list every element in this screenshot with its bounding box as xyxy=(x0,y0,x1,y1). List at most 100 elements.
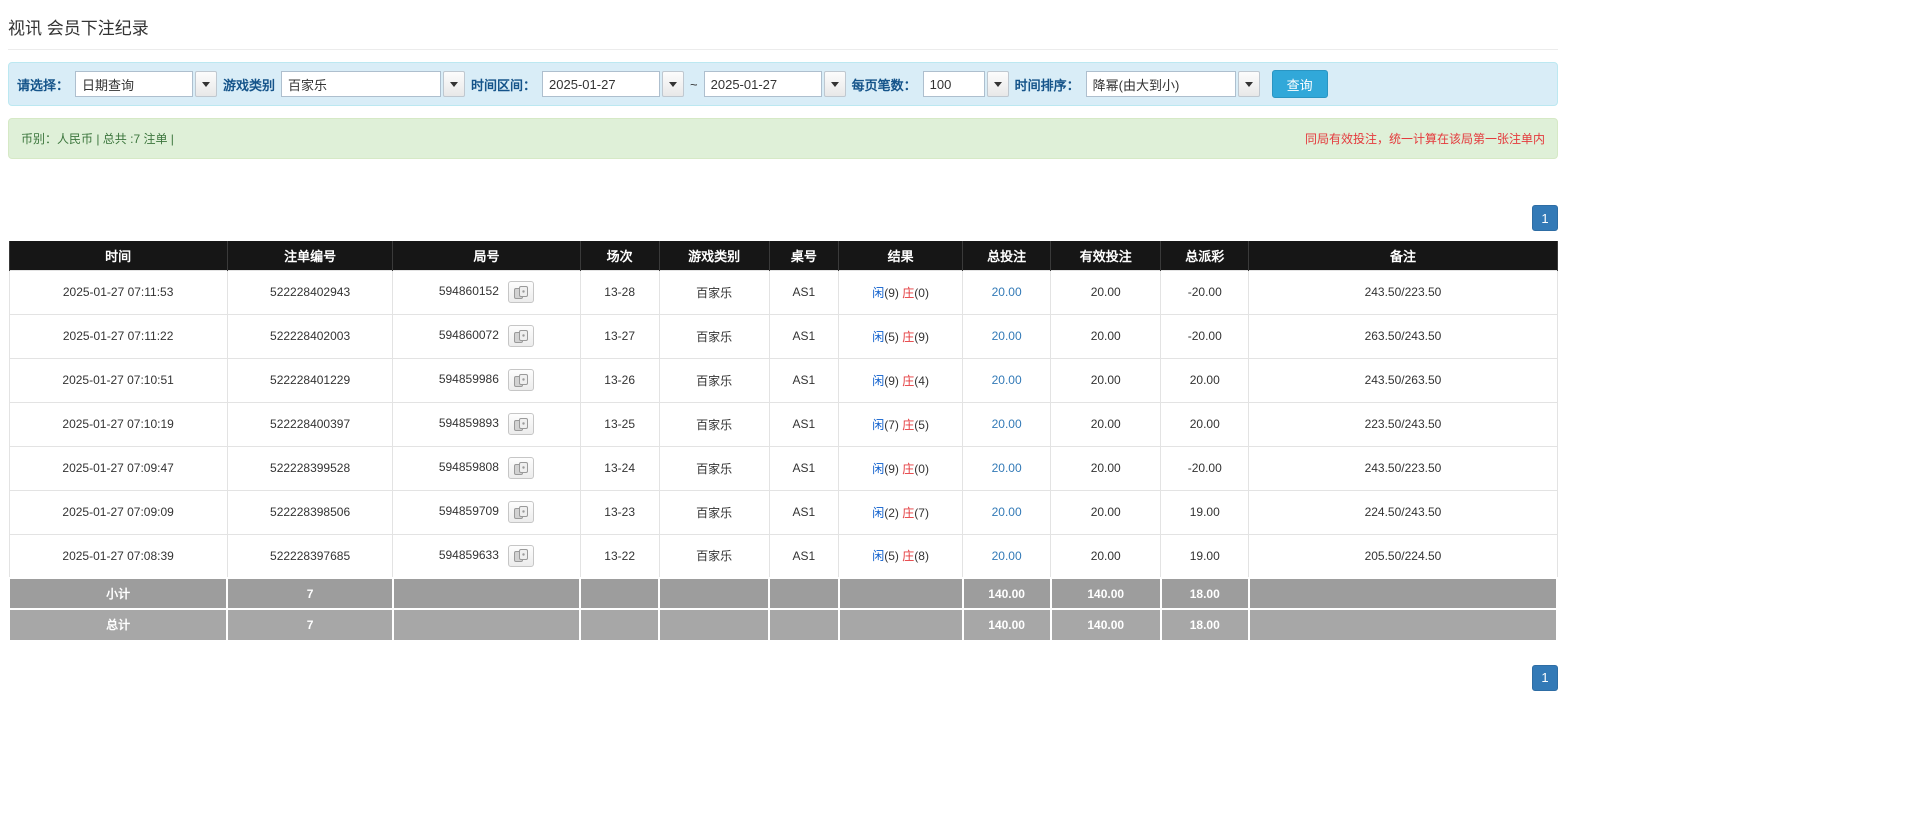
result-player-label: 闲 xyxy=(872,549,885,564)
game-type-input[interactable] xyxy=(281,71,442,97)
page-size-label: 每页笔数： xyxy=(851,77,917,93)
date-from-input[interactable] xyxy=(542,71,661,97)
result-player-score: (5) xyxy=(884,549,899,564)
round-replay-button[interactable] xyxy=(508,325,535,347)
cell-session: 13-26 xyxy=(579,357,660,403)
cell-result: 闲(5) 庄(8) xyxy=(838,533,964,579)
result-banker-label: 庄 xyxy=(902,461,915,476)
filter-bar: 请选择： 游戏类别 时间区间： ~ 每页笔 xyxy=(8,62,1558,106)
total-bet-link[interactable]: 20.00 xyxy=(992,505,1022,519)
total-bet-link[interactable]: 20.00 xyxy=(992,373,1022,387)
result-player-label: 闲 xyxy=(872,505,885,520)
page-number-button[interactable]: 1 xyxy=(1532,205,1558,231)
chevron-down-icon xyxy=(450,81,459,87)
page-title: 视讯 会员下注纪录 xyxy=(8,19,149,38)
total-bet-link[interactable]: 20.00 xyxy=(992,417,1022,431)
select-type-input[interactable] xyxy=(75,71,194,97)
subtotal-payout: 18.00 xyxy=(1159,577,1250,610)
result-banker-score: (0) xyxy=(914,285,929,300)
date-to-dropdown-button[interactable] xyxy=(823,71,846,97)
cell-round-id: 594860072 xyxy=(392,313,581,359)
col-table-no: 桌号 xyxy=(768,241,840,270)
table-row: 2025-01-27 07:10:19 522228400397 5948598… xyxy=(8,401,1558,447)
cell-game-type: 百家乐 xyxy=(658,533,770,579)
cell-table-no: AS1 xyxy=(768,313,840,359)
round-replay-button[interactable] xyxy=(508,501,535,523)
subtotal-label: 小计 xyxy=(7,577,229,610)
subtotal-total-bet: 140.00 xyxy=(961,577,1052,610)
cell-result: 闲(2) 庄(7) xyxy=(838,489,964,535)
total-bet-link[interactable]: 20.00 xyxy=(992,285,1022,299)
cell-bet-id: 522228397685 xyxy=(226,533,394,579)
total-bet-link[interactable]: 20.00 xyxy=(992,549,1022,563)
date-to-input[interactable] xyxy=(703,71,822,97)
result-banker-label: 庄 xyxy=(902,373,915,388)
records-table: 时间 注单编号 局号 场次 游戏类别 桌号 结果 总投注 有效投注 总派彩 备注… xyxy=(7,241,1559,641)
cell-valid-bet: 20.00 xyxy=(1050,533,1162,579)
cell-result: 闲(5) 庄(9) xyxy=(838,313,964,359)
result-player-label: 闲 xyxy=(872,373,885,388)
cell-total-bet: 20.00 xyxy=(962,445,1052,491)
round-replay-button[interactable] xyxy=(508,281,535,303)
result-banker-label: 庄 xyxy=(902,329,915,344)
page-number-button[interactable]: 1 xyxy=(1532,664,1558,691)
date-from-dropdown-button[interactable] xyxy=(662,71,685,97)
cell-total-bet: 20.00 xyxy=(962,269,1052,315)
cell-round-id: 594860152 xyxy=(392,269,581,315)
col-remark: 备注 xyxy=(1248,241,1558,270)
cell-table-no: AS1 xyxy=(768,489,840,535)
cell-payout: -20.00 xyxy=(1160,313,1250,359)
page-size-combobox xyxy=(922,71,1009,97)
records-table-footer: 小计 7 140.00 140.00 18.00 总计 7 140.00 140… xyxy=(7,577,1559,641)
cell-remark: 243.50/223.50 xyxy=(1248,445,1558,491)
total-bet-link[interactable]: 20.00 xyxy=(992,461,1022,475)
round-id-text: 594859633 xyxy=(438,547,499,562)
chevron-down-icon xyxy=(669,81,678,87)
sort-order-input[interactable] xyxy=(1085,71,1236,97)
total-bet-link[interactable]: 20.00 xyxy=(992,329,1022,343)
result-banker-score: (0) xyxy=(914,461,929,476)
cell-bet-id: 522228402943 xyxy=(226,269,394,315)
date-range-label: 时间区间： xyxy=(471,77,537,93)
select-type-dropdown-button[interactable] xyxy=(195,71,218,97)
table-row: 2025-01-27 07:08:39 522228397685 5948596… xyxy=(8,533,1558,579)
cell-remark: 243.50/223.50 xyxy=(1248,269,1558,315)
page-size-dropdown-button[interactable] xyxy=(986,71,1009,97)
round-replay-button[interactable] xyxy=(508,457,535,479)
summary-bar: 币别：人民币 | 总共 :7 注单 | 同局有效投注，统一计算在该局第一张注单内 xyxy=(8,118,1558,159)
cell-payout: -20.00 xyxy=(1160,269,1250,315)
cell-valid-bet: 20.00 xyxy=(1050,401,1162,447)
chevron-down-icon xyxy=(1244,81,1253,87)
sort-order-dropdown-button[interactable] xyxy=(1237,71,1260,97)
round-replay-button[interactable] xyxy=(508,369,535,391)
round-replay-button[interactable] xyxy=(508,544,535,567)
game-type-dropdown-button[interactable] xyxy=(443,71,466,97)
cell-round-id: 594859709 xyxy=(392,489,581,535)
col-result: 结果 xyxy=(838,241,964,270)
total-valid-bet: 140.00 xyxy=(1049,608,1162,641)
table-row: 2025-01-27 07:11:22 522228402003 5948600… xyxy=(8,313,1558,359)
cell-table-no: AS1 xyxy=(768,269,840,315)
cell-game-type: 百家乐 xyxy=(658,269,770,315)
col-time: 时间 xyxy=(8,241,228,270)
records-table-body: 2025-01-27 07:11:53 522228402943 5948601… xyxy=(8,269,1558,579)
subtotal-valid-bet: 140.00 xyxy=(1049,577,1162,610)
cell-total-bet: 20.00 xyxy=(962,357,1052,403)
cell-remark: 223.50/243.50 xyxy=(1248,401,1558,447)
cell-table-no: AS1 xyxy=(768,445,840,491)
cell-result: 闲(9) 庄(0) xyxy=(838,269,964,315)
search-button[interactable]: 查询 xyxy=(1271,70,1328,98)
chevron-down-icon xyxy=(202,81,211,87)
cell-round-id: 594859808 xyxy=(392,445,581,491)
cell-result: 闲(9) 庄(4) xyxy=(838,357,964,403)
page-size-input[interactable] xyxy=(922,71,985,97)
result-player-label: 闲 xyxy=(872,417,885,432)
records-table-header: 时间 注单编号 局号 场次 游戏类别 桌号 结果 总投注 有效投注 总派彩 备注 xyxy=(8,241,1558,270)
sort-order-label: 时间排序： xyxy=(1014,77,1080,93)
cell-bet-id: 522228401229 xyxy=(226,357,394,403)
result-player-label: 闲 xyxy=(872,461,885,476)
result-banker-label: 庄 xyxy=(902,417,915,432)
round-replay-button[interactable] xyxy=(508,413,535,435)
cell-total-bet: 20.00 xyxy=(962,489,1052,535)
page-container: 视讯 会员下注纪录 请选择： 游戏类别 时间区间： ~ xyxy=(7,0,1559,691)
